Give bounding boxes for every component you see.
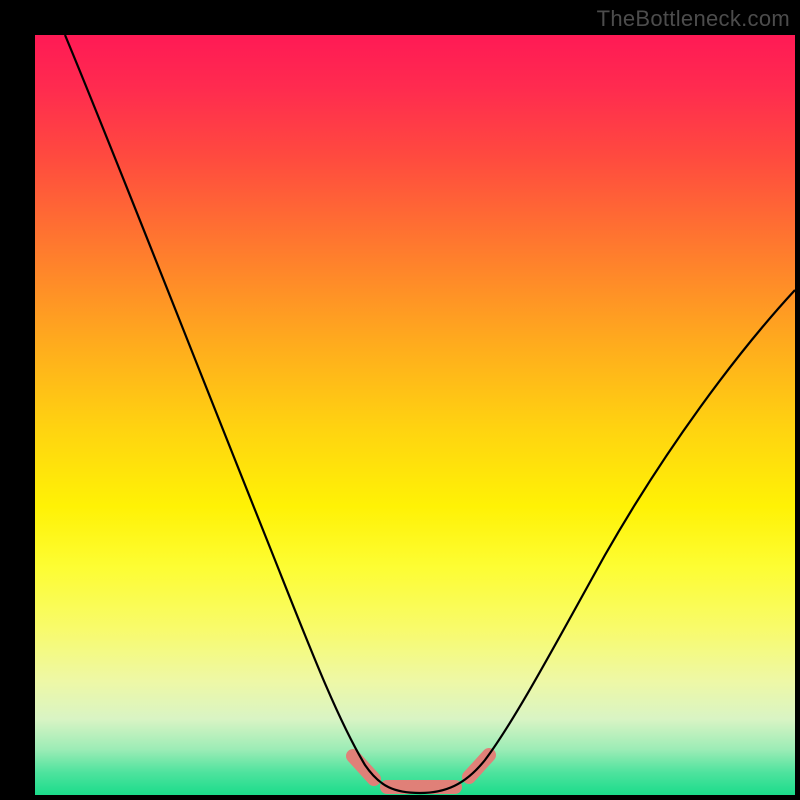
bottleneck-curve-path xyxy=(65,35,795,793)
bottom-marker-left xyxy=(353,756,374,779)
curve-svg xyxy=(35,35,795,795)
chart-frame: TheBottleneck.com xyxy=(0,0,800,800)
plot-area xyxy=(35,35,795,795)
bottom-marker-group xyxy=(353,755,489,787)
watermark-label: TheBottleneck.com xyxy=(597,6,790,32)
